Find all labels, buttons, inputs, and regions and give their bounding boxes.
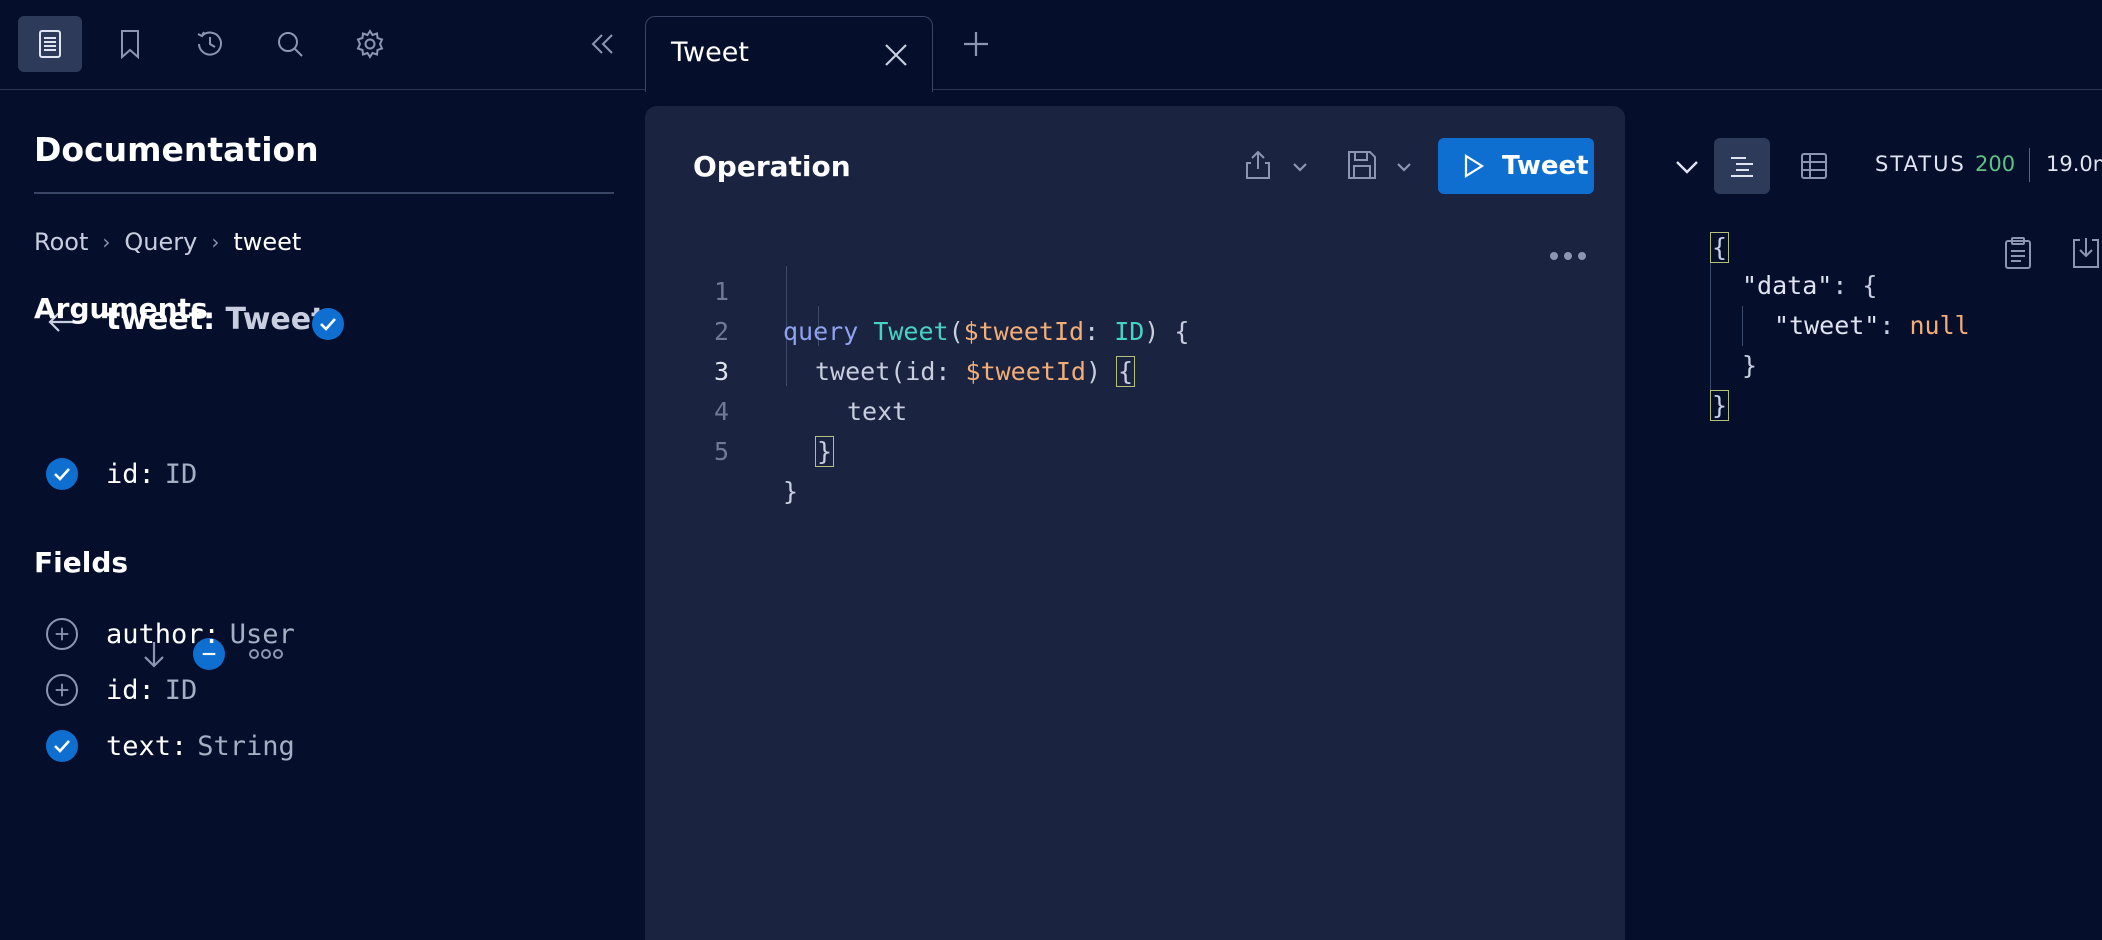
field-type[interactable]: ID (165, 675, 198, 706)
view-table-button[interactable] (1786, 138, 1842, 194)
json-punct: : { (1832, 271, 1878, 300)
play-icon (1464, 154, 1485, 178)
indent-guide (1742, 306, 1743, 346)
chevron-right-icon: › (102, 230, 111, 254)
response-time: 19.0m (2046, 152, 2102, 176)
history-icon[interactable] (178, 16, 242, 72)
json-line: { (1710, 228, 1730, 268)
view-json-button[interactable] (1714, 138, 1770, 194)
field-row-author[interactable]: author: User (46, 618, 295, 650)
field-name: id: (106, 674, 155, 706)
documentation-panel: Documentation Root › Query › tweet tweet… (0, 90, 640, 940)
indent-guide (1710, 254, 1711, 404)
operation-title: Operation (693, 150, 851, 183)
plus-circle-icon[interactable] (46, 674, 78, 706)
code-punct: ( (948, 317, 964, 346)
chevron-down-icon[interactable] (1672, 152, 1702, 182)
json-brace: } (1742, 351, 1758, 380)
status-code: 200 (1975, 152, 2016, 176)
code-punct: : (1084, 317, 1115, 346)
field-name: author: (106, 618, 220, 650)
argument-name: id: (106, 458, 155, 490)
field-name: text: (106, 730, 188, 762)
line-number: 5 (713, 437, 729, 466)
field-type[interactable]: User (230, 619, 295, 650)
code-line: 2 tweet(id: $tweetId) { (645, 272, 1136, 387)
collapse-sidebar-icon[interactable] (570, 16, 634, 72)
code-variable: $tweetId (965, 357, 1086, 386)
documentation-icon[interactable] (18, 16, 82, 72)
share-icon[interactable] (1241, 148, 1275, 182)
argument-type[interactable]: ID (165, 459, 198, 490)
code-variable: $tweetId (963, 317, 1085, 346)
checkmark-icon[interactable] (46, 458, 78, 490)
code-brace-match: { (1116, 356, 1136, 387)
code-punct: ) { (1144, 317, 1190, 346)
code-line: 4 } (645, 352, 835, 467)
operation-editor: Operation Tweet 1 query Tweet($tweetId: … (645, 106, 1625, 940)
clipboard-icon[interactable] (2003, 236, 2033, 270)
code-line: 5 } (645, 392, 798, 506)
field-type[interactable]: String (197, 731, 295, 762)
json-brace: { (1710, 232, 1730, 263)
field-type[interactable]: Tweet (226, 302, 326, 337)
chevron-down-icon[interactable] (1289, 156, 1311, 178)
breadcrumb-root[interactable]: Root (34, 228, 88, 256)
code-punct: } (783, 477, 799, 506)
plus-circle-icon[interactable] (46, 618, 78, 650)
add-tab-icon[interactable] (960, 28, 992, 60)
json-line: "tweet": null (1774, 306, 1970, 346)
code-brace-match: } (815, 436, 835, 467)
checkmark-icon[interactable] (312, 308, 344, 340)
code-op-name: Tweet (873, 317, 949, 346)
run-query-button[interactable]: Tweet (1438, 138, 1594, 194)
divider (2029, 148, 2030, 182)
table-icon (1801, 153, 1827, 179)
download-icon[interactable] (2070, 236, 2102, 270)
code-line-current: 3 text (645, 312, 907, 426)
breadcrumb-query[interactable]: Query (124, 228, 197, 256)
checkmark-icon[interactable] (46, 730, 78, 762)
search-icon[interactable] (258, 16, 322, 72)
json-punct: : (1879, 311, 1910, 340)
json-brace: } (1710, 390, 1730, 421)
breadcrumb: Root › Query › tweet (34, 228, 301, 256)
chevron-down-icon[interactable] (1393, 156, 1415, 178)
json-key: "tweet" (1774, 311, 1880, 340)
docs-title: Documentation (34, 130, 319, 169)
save-icon[interactable] (1345, 148, 1379, 182)
bookmark-icon[interactable] (98, 16, 162, 72)
code-keyword: query (783, 317, 859, 346)
status-label: STATUS (1875, 152, 1966, 176)
code-field: text (847, 397, 908, 426)
field-row-text[interactable]: text: String (46, 730, 295, 762)
text-align-icon (1731, 157, 1753, 177)
top-bar: Tweet (0, 0, 2102, 92)
code-field: tweet(id: (815, 357, 966, 386)
arguments-heading: Arguments (34, 292, 208, 325)
tab-label: Tweet (671, 37, 749, 68)
chevron-right-icon: › (211, 230, 220, 254)
json-line: "data": { (1742, 266, 1877, 306)
argument-row[interactable]: id: ID (46, 458, 197, 490)
code-line: 1 query Tweet($tweetId: ID) { (645, 232, 1190, 346)
field-row-id[interactable]: id: ID (46, 674, 197, 706)
code-type: ID (1114, 317, 1145, 346)
close-icon[interactable] (882, 41, 910, 69)
more-horizontal-icon[interactable] (1548, 248, 1588, 264)
breadcrumb-current: tweet (233, 228, 302, 256)
code-punct: ) (1085, 357, 1117, 386)
divider (34, 192, 614, 194)
json-line: } (1742, 346, 1757, 386)
settings-icon[interactable] (338, 16, 402, 72)
run-button-label: Tweet (1502, 151, 1589, 181)
json-line: } (1710, 386, 1730, 426)
fields-heading: Fields (34, 546, 129, 579)
tab-tweet[interactable]: Tweet (645, 16, 933, 92)
json-key: "data" (1742, 271, 1833, 300)
json-null-value: null (1909, 311, 1970, 340)
